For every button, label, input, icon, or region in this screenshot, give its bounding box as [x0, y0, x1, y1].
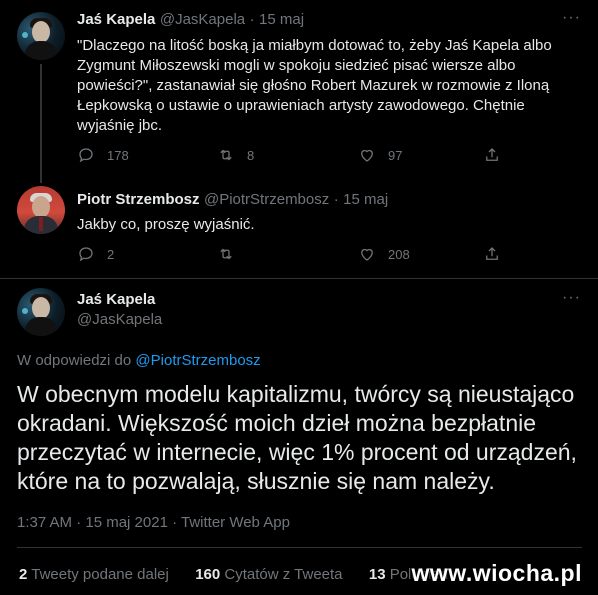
tweet-date[interactable]: 15 maj: [259, 11, 304, 28]
main-tweet-text: W obecnym modelu kapitalizmu, twórcy są …: [17, 381, 577, 494]
watermark: www.wiocha.pl: [409, 560, 584, 587]
tweet-jas-kapela[interactable]: Jaś Kapela @JasKapela · 15 maj ··· "Dlac…: [0, 0, 598, 178]
avatar[interactable]: [17, 186, 65, 234]
divider: [17, 547, 582, 548]
reply-count: 178: [107, 147, 129, 163]
like-count: 97: [388, 147, 403, 163]
more-icon[interactable]: ···: [562, 289, 581, 307]
like-button[interactable]: 208: [358, 245, 410, 263]
author-handle[interactable]: @JasKapela: [160, 11, 245, 28]
reply-button[interactable]: 2: [77, 245, 114, 263]
author-name[interactable]: Jaś Kapela: [77, 11, 155, 28]
author-name[interactable]: Jaś Kapela: [77, 291, 155, 308]
share-icon: [486, 247, 498, 260]
reply-icon: [79, 247, 93, 262]
tweet-stats: 2 Tweety podane dalej 160 Cytatów z Twee…: [19, 566, 448, 583]
retweet-icon: [220, 248, 232, 260]
divider: [0, 278, 598, 279]
tweet-date[interactable]: 15 maj: [343, 191, 388, 208]
retweets-stat[interactable]: 2 Tweety podane dalej: [19, 566, 169, 583]
thread-line: [40, 178, 42, 183]
avatar[interactable]: [17, 288, 65, 336]
retweet-button[interactable]: [217, 245, 247, 263]
thread-line: [40, 64, 42, 178]
like-count: 208: [388, 246, 410, 262]
tweet-piotr-strzembosz[interactable]: Piotr Strzembosz @PiotrStrzembosz · 15 m…: [0, 178, 598, 278]
author-handle[interactable]: @JasKapela: [77, 311, 162, 328]
separator: ·: [333, 191, 339, 208]
reply-to-label: W odpowiedzi do: [17, 352, 132, 369]
author-name[interactable]: Piotr Strzembosz: [77, 191, 200, 208]
reply-button[interactable]: 178: [77, 146, 129, 164]
tweet-text: "Dlaczego na litość boską ja miałbym dot…: [77, 37, 552, 134]
like-icon: [361, 149, 373, 162]
replying-to: W odpowiedzi do @PiotrStrzembosz: [17, 352, 261, 369]
like-icon: [361, 248, 373, 261]
avatar[interactable]: [17, 12, 65, 60]
reply-to-link[interactable]: @PiotrStrzembosz: [135, 352, 260, 369]
more-icon[interactable]: ···: [562, 9, 581, 27]
retweet-count: 8: [247, 147, 255, 163]
tweet-metadata[interactable]: 1:37 AM · 15 maj 2021 · Twitter Web App: [17, 514, 290, 531]
author-handle[interactable]: @PiotrStrzembosz: [204, 191, 329, 208]
tweet-text: Jakby co, proszę wyjaśnić.: [77, 216, 255, 233]
quotes-stat[interactable]: 160 Cytatów z Tweeta: [195, 566, 342, 583]
reply-count: 2: [107, 246, 115, 262]
separator: ·: [249, 11, 255, 28]
share-button[interactable]: [483, 146, 513, 164]
like-button[interactable]: 97: [358, 146, 402, 164]
retweet-button[interactable]: 8: [217, 146, 254, 164]
share-icon: [486, 148, 498, 161]
reply-icon: [79, 148, 93, 163]
retweet-icon: [220, 149, 232, 161]
share-button[interactable]: [483, 245, 513, 263]
